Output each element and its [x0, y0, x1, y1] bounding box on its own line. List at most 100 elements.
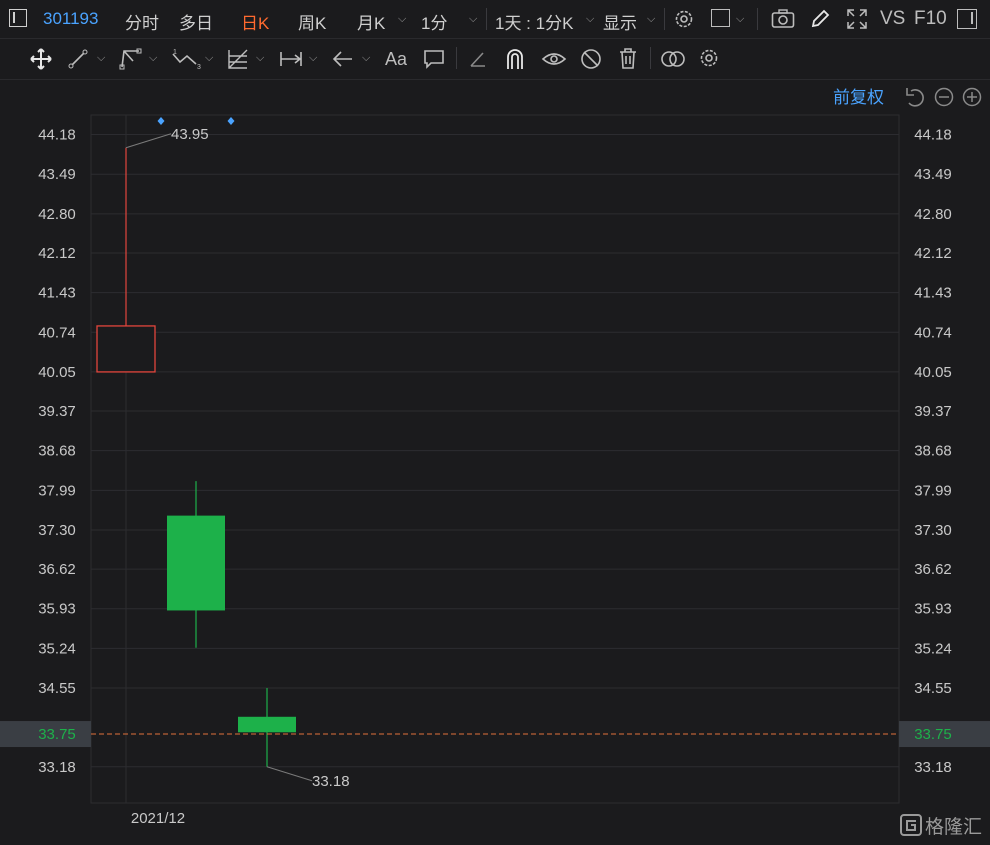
y-tick-label-left: 35.93 — [38, 601, 76, 618]
y-tick-label-left: 33.18 — [38, 759, 76, 776]
arrow-icon[interactable] — [332, 48, 354, 70]
tab-monthly-k[interactable]: 月K — [357, 9, 385, 34]
pen-icon[interactable] — [467, 48, 489, 70]
y-tick-label-right: 41.43 — [914, 285, 952, 302]
fullscreen-icon[interactable] — [846, 8, 868, 30]
comment-icon[interactable] — [423, 48, 445, 70]
adjust-mode-label[interactable]: 前复权 — [833, 88, 884, 107]
drawing-toolbar: ⌵ ⌵ 13 ⌵ ⌵ ⌵ ⌵ Aa — [0, 39, 990, 80]
undo-icon[interactable] — [906, 88, 924, 107]
watermark-logo: 格隆汇 — [900, 814, 982, 838]
y-axis-right: 44.18 43.49 42.80 42.12 41.43 40.74 40.05 39.37… — [914, 127, 952, 776]
svg-text:3: 3 — [197, 64, 201, 70]
high-price-label: 43.95 — [171, 126, 209, 143]
panel-toggle-icon[interactable] — [957, 9, 977, 29]
y-tick-label-left: 44.18 — [38, 127, 76, 144]
y-tick-label-left: 40.74 — [38, 324, 76, 341]
y-tick-label-left: 42.80 — [38, 206, 76, 223]
channel-icon[interactable] — [119, 48, 143, 70]
tab-daily-k[interactable]: 日K — [241, 9, 269, 34]
chevron-down-icon[interactable]: ⌵ — [469, 13, 477, 26]
y-tick-label-right: 43.49 — [914, 166, 952, 183]
hide-icon[interactable] — [579, 47, 603, 71]
tab-multi-day[interactable]: 多日 — [179, 9, 213, 34]
svg-text:1: 1 — [173, 49, 177, 56]
eye-icon[interactable] — [541, 47, 567, 71]
low-price-label: 33.18 — [312, 773, 350, 790]
settings-icon[interactable] — [673, 8, 695, 30]
y-tick-label-right: 34.55 — [914, 680, 952, 697]
y-tick-label-left: 41.43 — [38, 285, 76, 302]
y-tick-label-right: 40.05 — [914, 364, 952, 381]
display-menu[interactable]: 显示 — [603, 9, 637, 34]
sidebar-toggle-icon[interactable] — [9, 9, 27, 27]
zoom-in-icon[interactable] — [962, 87, 982, 107]
y-tick-label-right: 33.18 — [914, 759, 952, 776]
pen-icon[interactable] — [809, 8, 831, 30]
wave-icon[interactable]: 13 — [171, 48, 203, 70]
divider — [650, 47, 651, 69]
candlestick-chart[interactable]: 前复权 44.18 43.49 42.80 42.12 41.43 40.74 40.05 3… — [0, 80, 990, 845]
f10-button[interactable]: F10 — [914, 8, 947, 30]
tab-1min[interactable]: 1分 — [421, 9, 447, 34]
divider — [664, 8, 665, 30]
vs-button[interactable]: VS — [880, 8, 905, 30]
candle-body[interactable] — [96, 325, 156, 373]
y-tick-label-right: 35.24 — [914, 640, 952, 657]
y-tick-label-right: 37.30 — [914, 522, 952, 539]
plot-area — [90, 114, 900, 804]
tab-weekly-k[interactable]: 周K — [298, 9, 326, 34]
y-tick-label-left: 39.37 — [38, 403, 76, 420]
measure-icon[interactable] — [279, 48, 303, 70]
chevron-down-icon[interactable]: ⌵ — [647, 13, 655, 26]
candle-body[interactable] — [167, 515, 225, 611]
settings-icon[interactable] — [698, 47, 720, 69]
y-tick-label-left: 37.99 — [38, 482, 76, 499]
top-toolbar: 301193 分时 多日 日K 周K 月K ⌵ 1分 ⌵ 1天 : 1分K ⌵ … — [0, 0, 990, 39]
y-axis-left: 44.18 43.49 42.80 42.12 41.43 40.74 40.05 39.37… — [38, 127, 76, 776]
text-icon[interactable]: Aa — [385, 49, 407, 70]
chevron-down-icon[interactable]: ⌵ — [97, 52, 105, 65]
y-tick-label-left: 37.30 — [38, 522, 76, 539]
fib-icon[interactable] — [226, 47, 250, 71]
y-tick-label-right: 42.80 — [914, 206, 952, 223]
y-tick-label-left: 36.62 — [38, 561, 76, 578]
y-tick-label-right: 36.62 — [914, 561, 952, 578]
divider — [456, 47, 457, 69]
overlap-icon[interactable] — [659, 48, 687, 70]
move-icon[interactable] — [29, 47, 53, 71]
y-tick-label-left: 40.05 — [38, 364, 76, 381]
chevron-down-icon[interactable]: ⌵ — [256, 52, 264, 65]
y-tick-label-right: 44.18 — [914, 127, 952, 144]
divider — [757, 8, 758, 30]
stock-code[interactable]: 301193 — [43, 9, 98, 29]
layout-icon[interactable] — [711, 9, 730, 27]
trash-icon[interactable] — [617, 47, 639, 71]
y-tick-label-right: 40.74 — [914, 324, 952, 341]
y-tick-label-left: 35.24 — [38, 640, 76, 657]
magnet-icon[interactable] — [504, 47, 526, 71]
tab-intraday[interactable]: 分时 — [125, 9, 159, 34]
y-tick-label-left: 42.12 — [38, 245, 76, 262]
y-tick-label-right: 35.93 — [914, 601, 952, 618]
chevron-down-icon[interactable]: ⌵ — [149, 52, 157, 65]
zoom-out-icon[interactable] — [934, 87, 954, 107]
line-icon[interactable] — [67, 48, 89, 70]
watermark-text: 格隆汇 — [925, 816, 982, 838]
chevron-down-icon[interactable]: ⌵ — [586, 13, 594, 26]
chevron-down-icon[interactable]: ⌵ — [309, 52, 317, 65]
y-tick-label-right: 39.37 — [914, 403, 952, 420]
y-tick-label-right: 38.68 — [914, 443, 952, 460]
candle-body[interactable] — [238, 716, 296, 733]
chevron-down-icon[interactable]: ⌵ — [362, 52, 370, 65]
chevron-down-icon[interactable]: ⌵ — [205, 52, 213, 65]
chevron-down-icon[interactable]: ⌵ — [398, 13, 406, 26]
y-tick-label-left: 38.68 — [38, 443, 76, 460]
divider — [486, 8, 487, 30]
y-tick-label-right: 42.12 — [914, 245, 952, 262]
range-selector[interactable]: 1天 : 1分K — [495, 9, 573, 34]
current-price-label-left: 33.75 — [38, 726, 76, 743]
y-tick-label-left: 43.49 — [38, 166, 76, 183]
camera-icon[interactable] — [771, 9, 795, 29]
chevron-down-icon[interactable]: ⌵ — [736, 13, 744, 26]
